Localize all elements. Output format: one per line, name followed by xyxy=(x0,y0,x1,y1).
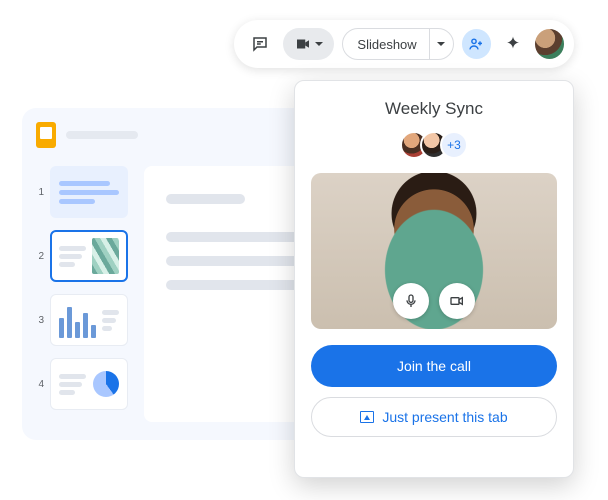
slides-app-icon xyxy=(36,122,56,148)
caret-down-icon xyxy=(314,39,324,49)
doc-title-placeholder[interactable] xyxy=(66,131,138,139)
thumbnail-column: 1 2 3 xyxy=(36,166,130,422)
user-avatar[interactable] xyxy=(535,29,564,59)
participant-overflow-count[interactable]: +3 xyxy=(440,131,468,159)
participant-avatars: +3 xyxy=(400,131,468,159)
meet-video-button[interactable] xyxy=(283,28,334,60)
meet-popover: Weekly Sync +3 Join the call Just presen… xyxy=(294,80,574,478)
join-call-button[interactable]: Join the call xyxy=(311,345,557,387)
video-camera-icon xyxy=(294,35,312,53)
editor-line xyxy=(166,194,245,204)
join-call-label: Join the call xyxy=(397,358,471,374)
bar-chart-icon xyxy=(59,302,96,338)
thumb-number: 1 xyxy=(36,187,44,198)
meet-title: Weekly Sync xyxy=(385,99,483,119)
video-camera-icon xyxy=(449,293,465,309)
camera-toggle[interactable] xyxy=(439,283,475,319)
slideshow-split-button[interactable]: Slideshow xyxy=(342,28,453,60)
thumb-number: 4 xyxy=(36,379,44,390)
thumb-number: 3 xyxy=(36,315,44,326)
slideshow-label: Slideshow xyxy=(343,37,428,52)
comment-button[interactable] xyxy=(244,28,275,60)
share-button[interactable] xyxy=(462,29,491,59)
microphone-toggle[interactable] xyxy=(393,283,429,319)
slide-thumbnail-3[interactable] xyxy=(50,294,128,346)
microphone-icon xyxy=(403,293,419,309)
present-icon xyxy=(360,411,374,423)
slide-thumbnail-4[interactable] xyxy=(50,358,128,410)
toolbar: Slideshow xyxy=(234,20,574,68)
person-add-icon xyxy=(468,36,484,52)
pie-chart-icon xyxy=(93,371,119,397)
slide-thumbnail-1[interactable] xyxy=(50,166,128,218)
comment-icon xyxy=(251,35,269,53)
sparkle-icon xyxy=(504,35,522,53)
caret-down-icon xyxy=(436,39,446,49)
present-tab-button[interactable]: Just present this tab xyxy=(311,397,557,437)
slideshow-caret[interactable] xyxy=(429,29,453,59)
slide-thumbnail-2[interactable] xyxy=(50,230,128,282)
gemini-button[interactable] xyxy=(499,28,526,60)
video-preview xyxy=(311,173,557,329)
present-tab-label: Just present this tab xyxy=(382,409,507,425)
thumb-image-icon xyxy=(92,238,119,274)
thumb-number: 2 xyxy=(36,251,44,262)
